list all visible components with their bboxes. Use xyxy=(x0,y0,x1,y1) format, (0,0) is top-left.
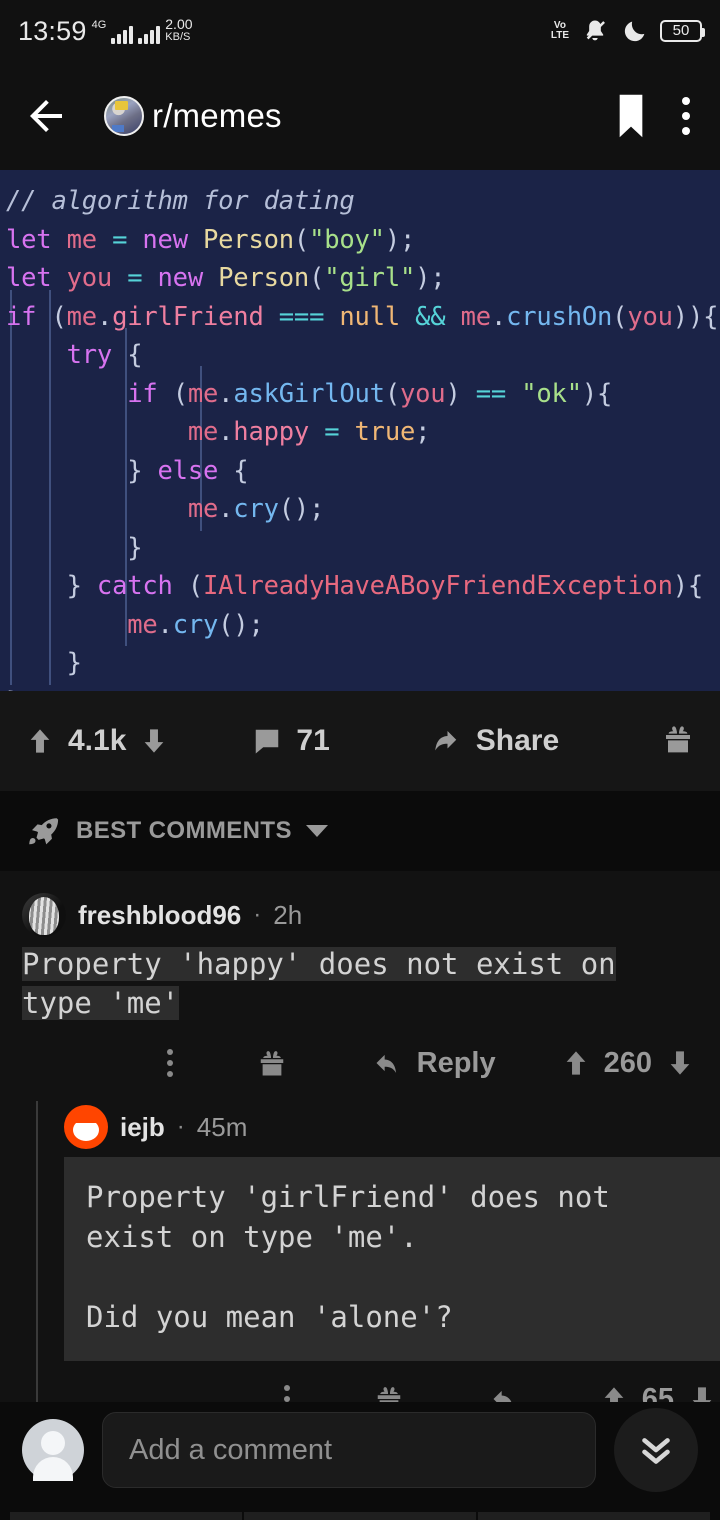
network-type-label: 4G xyxy=(91,18,107,31)
chevron-down-icon[interactable] xyxy=(305,825,328,837)
signal-bars-icon xyxy=(111,24,134,44)
reply-arrow-icon[interactable] xyxy=(371,1049,403,1077)
upvote-arrow-icon[interactable] xyxy=(26,725,54,757)
data-speed-value: 2.00 xyxy=(165,16,193,33)
status-bar: 13:59 4G 2.00 KB/S Vo LTE 50 xyxy=(0,0,720,62)
comment-header: iejb · 45m xyxy=(64,1101,720,1153)
post-comments-button[interactable]: 71 xyxy=(252,724,343,758)
post-code-image[interactable]: // algorithm for dating let me = new Per… xyxy=(0,170,720,691)
comment-sort-bar[interactable]: BEST COMMENTS xyxy=(0,791,720,871)
share-label: Share xyxy=(475,724,560,757)
comment-composer-bar: Add a comment xyxy=(0,1402,720,1498)
comment-inline-code: Property 'happy' does not exist on type … xyxy=(22,947,616,1020)
post-comment-count: 71 xyxy=(296,724,330,757)
reply-button[interactable]: Reply xyxy=(371,1047,496,1080)
mute-icon xyxy=(586,20,605,41)
downvote-arrow-icon[interactable] xyxy=(140,725,168,757)
double-chevron-down-icon[interactable] xyxy=(633,1427,679,1473)
data-speed-indicator: 2.00 KB/S xyxy=(165,17,192,43)
comment-reply-wrapper: iejb · 45m Property 'girlFriend' does no… xyxy=(0,1101,720,1437)
award-gift-icon[interactable] xyxy=(662,723,694,755)
post-vote-count: 4.1k xyxy=(68,724,127,757)
status-time: 13:59 xyxy=(18,15,87,46)
volte-line2: LTE xyxy=(550,30,569,41)
add-comment-input[interactable]: Add a comment xyxy=(102,1412,596,1488)
code-content: // algorithm for dating let me = new Per… xyxy=(6,186,719,691)
separator: · xyxy=(176,1113,185,1140)
subreddit-name[interactable]: r/memes xyxy=(152,97,282,135)
back-arrow-icon[interactable] xyxy=(22,92,70,140)
comment-timestamp: 2h xyxy=(273,899,303,930)
comment-bubble-icon[interactable] xyxy=(252,726,282,756)
avatar[interactable] xyxy=(64,1105,108,1149)
current-user-avatar[interactable] xyxy=(22,1419,84,1481)
post-action-bar: 4.1k 71 Share xyxy=(0,691,720,791)
data-speed-unit: KB/S xyxy=(165,31,191,44)
comment-vote-count: 260 xyxy=(603,1046,652,1079)
award-gift-icon[interactable] xyxy=(257,1048,287,1078)
comment-body: Property 'happy' does not exist on type … xyxy=(22,941,698,1025)
app-bar: r/memes xyxy=(0,62,720,170)
add-comment-placeholder: Add a comment xyxy=(129,1433,333,1466)
comment-code-block: Property 'girlFriend' does not exist on … xyxy=(64,1157,720,1361)
rocket-icon xyxy=(29,818,59,845)
status-bar-left: 13:59 4G 2.00 KB/S xyxy=(18,17,193,44)
reply-label: Reply xyxy=(416,1046,496,1079)
volte-icon: Vo LTE xyxy=(550,20,569,41)
comment-reply: iejb · 45m Property 'girlFriend' does no… xyxy=(38,1101,720,1437)
comment-author[interactable]: iejb xyxy=(120,1112,165,1143)
comment-header: freshblood96 · 2h xyxy=(22,889,698,941)
moon-icon xyxy=(624,21,645,42)
comments-section: freshblood96 · 2h Property 'happy' does … xyxy=(0,871,720,1437)
comment-action-bar: Reply 260 xyxy=(22,1025,698,1101)
downvote-arrow-icon[interactable] xyxy=(666,1047,694,1079)
comment-thread-root: freshblood96 · 2h Property 'happy' does … xyxy=(0,881,720,1101)
separator: · xyxy=(253,901,262,928)
sort-label: BEST COMMENTS xyxy=(76,817,292,844)
comment-timestamp: 45m xyxy=(196,1111,248,1142)
system-navigation-bar xyxy=(0,1498,720,1520)
status-bar-right: Vo LTE 50 xyxy=(550,17,705,45)
nav-recents-area[interactable] xyxy=(478,1512,710,1520)
post-vote-group[interactable]: 4.1k xyxy=(26,724,168,758)
upvote-arrow-icon[interactable] xyxy=(562,1047,590,1079)
comment-vote-group[interactable]: 260 xyxy=(562,1047,694,1080)
kebab-menu-icon[interactable] xyxy=(166,1049,173,1077)
nav-back-area[interactable] xyxy=(10,1512,242,1520)
avatar[interactable] xyxy=(22,893,66,937)
battery-indicator: 50 xyxy=(660,20,705,42)
comment-author[interactable]: freshblood96 xyxy=(78,900,241,931)
nav-home-area[interactable] xyxy=(244,1512,476,1520)
overflow-menu-icon[interactable] xyxy=(682,97,690,135)
bookmark-icon[interactable] xyxy=(614,94,648,138)
post-award-button[interactable] xyxy=(662,723,694,760)
subreddit-avatar[interactable] xyxy=(104,96,144,136)
post-share-button[interactable]: Share xyxy=(428,724,559,758)
signal-bars-icon-2 xyxy=(138,24,161,44)
share-arrow-icon[interactable] xyxy=(428,726,462,756)
scroll-to-next-button[interactable] xyxy=(614,1408,698,1492)
